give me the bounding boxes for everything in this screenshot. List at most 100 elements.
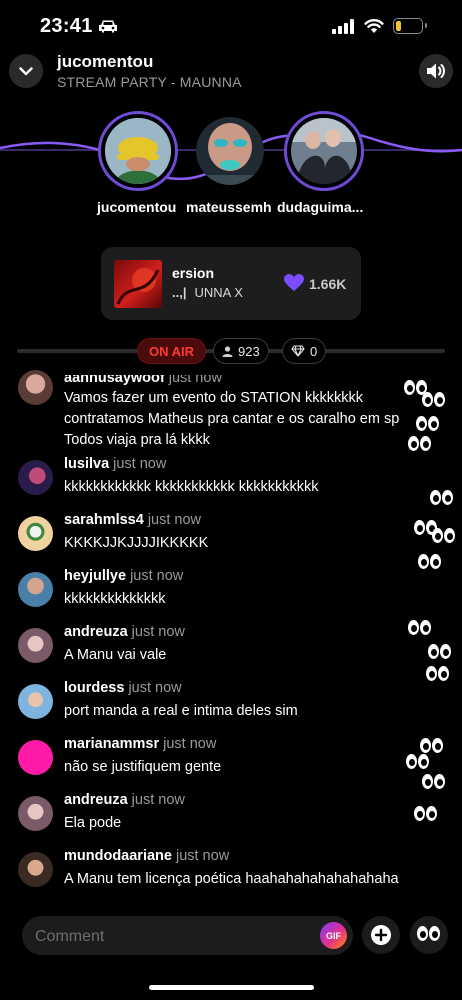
message-header: lusilva just now <box>64 456 166 472</box>
message-header: andreuza just now <box>64 624 185 640</box>
message-text: A Manu tem licença poética haahahahahaha… <box>64 871 399 887</box>
message-header: mundodaariane just now <box>64 848 229 864</box>
message-text: Vamos fazer um evento do STATION kkkkkkk… <box>64 388 399 451</box>
timestamp: just now <box>168 370 222 386</box>
avatar[interactable] <box>18 684 53 719</box>
username[interactable]: andreuza <box>64 792 128 808</box>
add-button[interactable] <box>362 916 400 954</box>
message-line: Todos viaja pra lá kkkk <box>64 432 210 448</box>
username[interactable]: mundodaariane <box>64 848 172 864</box>
person-icon <box>222 345 233 357</box>
cellular-signal-icon <box>332 19 354 34</box>
comment-input[interactable] <box>33 916 317 957</box>
eyes-reaction-icon <box>422 392 446 410</box>
track-title: ersion <box>172 265 215 281</box>
likes-count: 1.66K <box>309 276 347 292</box>
avatar[interactable] <box>18 460 53 495</box>
message-text: não se justifiquem gente <box>64 759 222 775</box>
avatar[interactable] <box>18 572 53 607</box>
timestamp: just now <box>113 456 167 472</box>
speaker-icon <box>427 63 445 79</box>
avatar[interactable] <box>18 740 53 775</box>
artist-name: UNNA X <box>194 285 243 300</box>
speaker-name: jucomentou <box>97 199 177 215</box>
eyes-reaction-button[interactable] <box>410 916 448 954</box>
stream-title: STREAM PARTY - MAUNNA <box>57 74 242 90</box>
track-artist: ..,| UNNA X <box>172 285 243 300</box>
now-playing-card[interactable]: ersion ..,| UNNA X 1.66K <box>101 247 361 320</box>
username[interactable]: lusilva <box>64 456 109 472</box>
eyes-reaction-icon <box>408 620 432 638</box>
diamond-icon <box>291 345 305 357</box>
message-text: KKKKJJKJJJJIKKKKK <box>64 535 209 551</box>
eyes-reaction-icon <box>418 554 442 572</box>
eyes-reaction-icon <box>414 806 438 824</box>
timestamp: just now <box>130 568 184 584</box>
message-line: Vamos fazer um evento do STATION kkkkkkk… <box>64 390 363 406</box>
avatar[interactable] <box>18 516 53 551</box>
message-header: aannusaywoof just now <box>64 370 222 386</box>
speaker-avatar-mateussemh[interactable] <box>196 117 264 185</box>
chat-feed[interactable]: aannusaywoof just now Vamos fazer um even… <box>0 366 462 906</box>
username[interactable]: aannusaywoof <box>64 375 165 386</box>
eyes-reaction-icon <box>422 774 446 792</box>
timestamp: just now <box>175 848 230 864</box>
timestamp: just now <box>131 624 185 640</box>
username[interactable]: lourdess <box>64 680 124 696</box>
username[interactable]: andreuza <box>64 624 128 640</box>
avatar[interactable] <box>18 852 53 887</box>
avatar-image <box>105 118 171 184</box>
avatar[interactable] <box>18 370 53 405</box>
avatar[interactable] <box>18 796 53 831</box>
message-text: Ela pode <box>64 815 122 831</box>
speaker-name: mateussemh <box>186 199 272 215</box>
eyes-icon <box>417 926 441 944</box>
eyes-reaction-icon <box>416 416 440 434</box>
message-header: heyjullye just now <box>64 568 183 584</box>
artist-prefix: ..,| <box>172 285 187 300</box>
message-text: kkkkkkkkkkkk kkkkkkkkkkk kkkkkkkkkkk <box>64 479 319 495</box>
eyes-reaction-icon <box>426 666 450 684</box>
eyes-reaction-icon <box>428 644 452 662</box>
eyes-reaction-icon <box>430 490 454 508</box>
battery-icon <box>393 18 427 34</box>
avatar-image <box>291 118 357 184</box>
message-header: lourdess just now <box>64 680 182 696</box>
gems-count[interactable]: 0 <box>282 338 327 364</box>
username[interactable]: marianammsr <box>64 736 159 752</box>
username[interactable]: sarahmlss4 <box>64 512 144 528</box>
wifi-icon <box>364 19 384 33</box>
speaker-name: dudaguima... <box>277 199 364 215</box>
eyes-reaction-icon <box>406 754 430 772</box>
eyes-reaction-icon <box>432 528 456 546</box>
heart-icon[interactable] <box>284 274 304 292</box>
message-text: port manda a real e intima deles sim <box>64 703 298 719</box>
username[interactable]: heyjullye <box>64 568 126 584</box>
avatar-image <box>196 117 264 185</box>
plus-icon <box>371 925 391 945</box>
host-username[interactable]: jucomentou <box>57 52 153 72</box>
sound-button[interactable] <box>419 54 453 88</box>
message-header: sarahmlss4 just now <box>64 512 201 528</box>
message-header: andreuza just now <box>64 792 185 808</box>
viewers-value: 923 <box>238 343 260 359</box>
home-indicator[interactable] <box>149 985 314 990</box>
speaker-avatar-dudaguima[interactable] <box>284 111 364 191</box>
car-icon <box>99 20 117 33</box>
speaker-avatar-jucomentou[interactable] <box>98 111 178 191</box>
timestamp: just now <box>128 680 182 696</box>
viewers-count[interactable]: 923 <box>213 338 269 364</box>
gems-value: 0 <box>310 343 318 359</box>
on-air-badge: ON AIR <box>137 338 207 364</box>
message-line: contratamos Matheus pra cantar e os cara… <box>64 411 400 427</box>
timestamp: just now <box>163 736 217 752</box>
clock: 23:41 <box>40 15 93 37</box>
chevron-down-icon <box>19 66 33 75</box>
message-header: marianammsr just now <box>64 736 216 752</box>
avatar[interactable] <box>18 628 53 663</box>
collapse-button[interactable] <box>9 54 43 88</box>
comment-box[interactable]: GIF <box>22 916 353 957</box>
album-cover <box>114 260 162 308</box>
gif-button[interactable]: GIF <box>320 922 347 949</box>
eyes-reaction-icon <box>408 436 432 454</box>
